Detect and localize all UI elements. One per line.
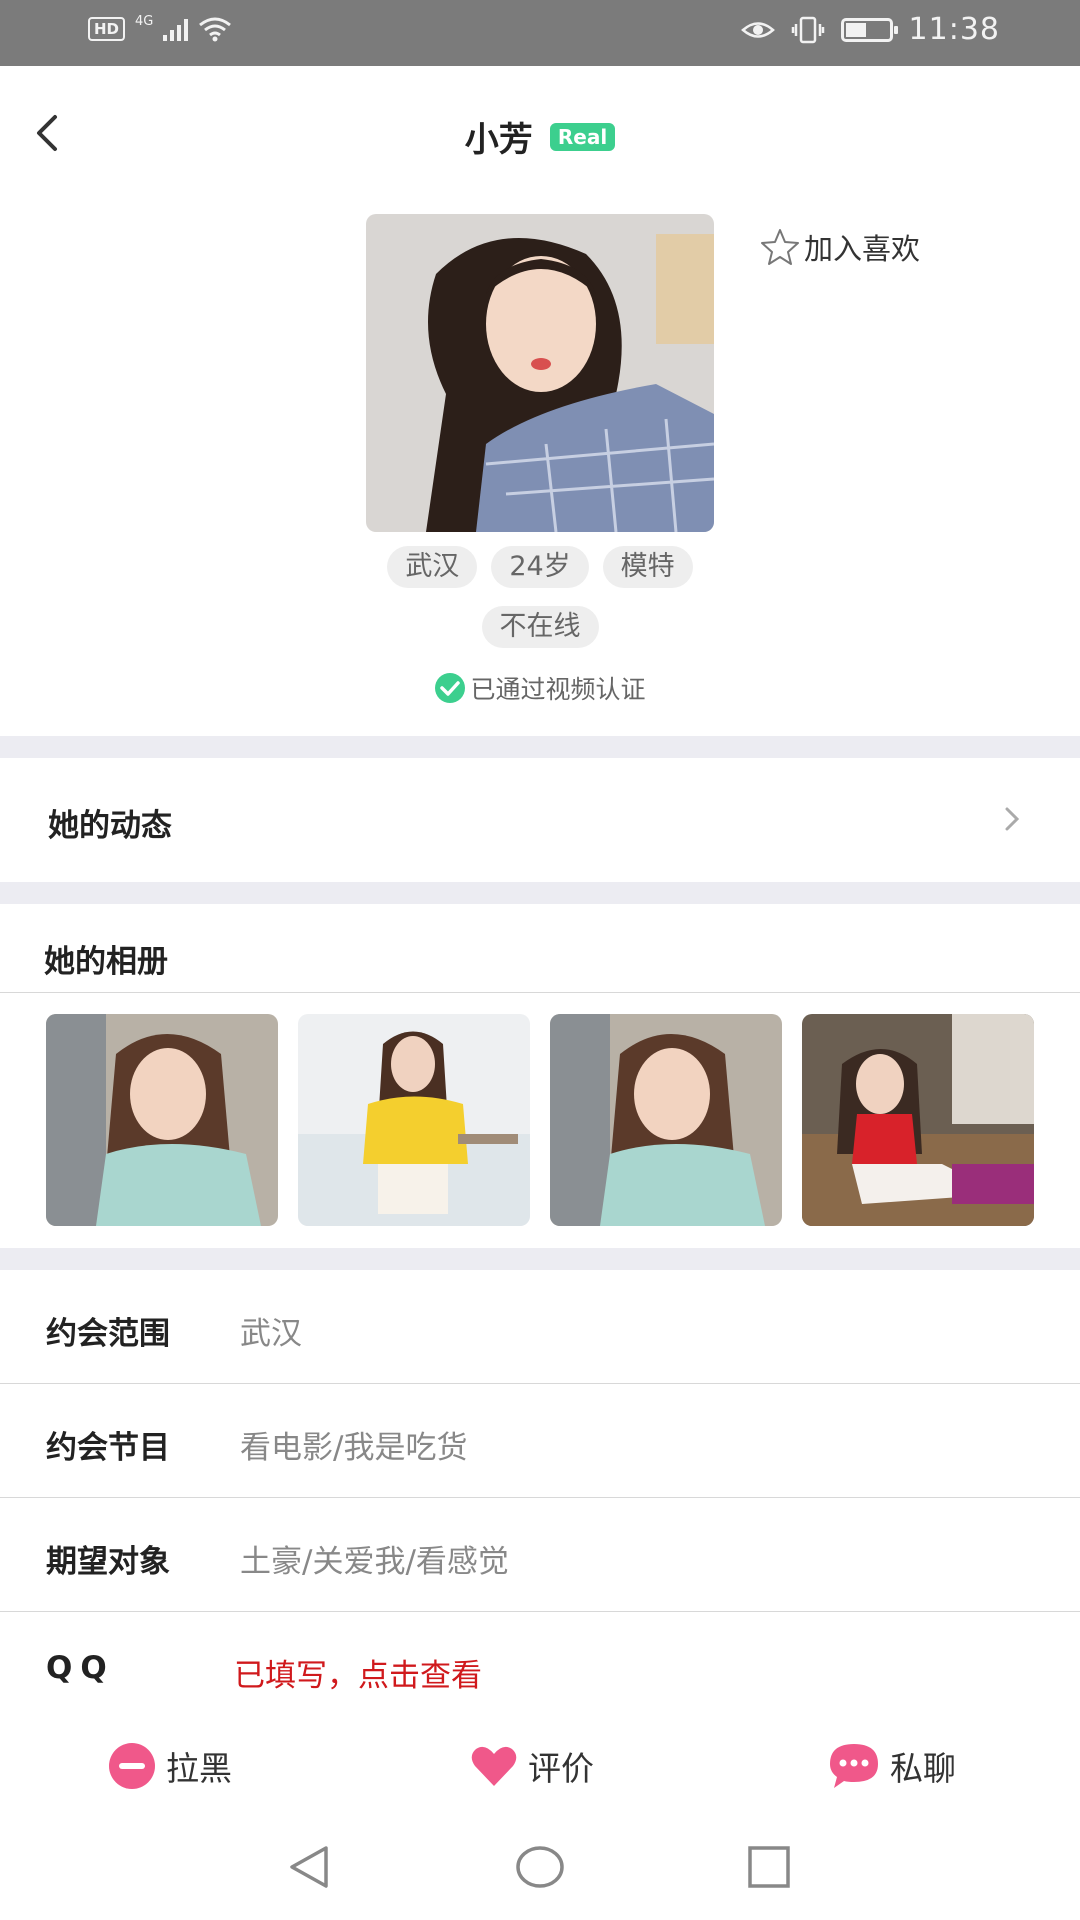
qq-view-link[interactable]: 已填写，点击查看: [234, 1650, 482, 1695]
verification-text: 已通过视频认证: [470, 675, 646, 704]
rate-button[interactable]: 评价: [470, 1742, 594, 1790]
chat-label: 私聊: [890, 1749, 956, 1788]
date-range-value: 武汉: [240, 1316, 302, 1352]
chat-bubble-icon: [830, 1744, 878, 1788]
status-left: HD 4G: [88, 13, 232, 42]
check-circle-icon: [435, 673, 466, 703]
system-nav-bar: [0, 1810, 1080, 1920]
expectation-label: 期望对象: [46, 1544, 170, 1580]
date-program-value: 看电影/我是吃货: [240, 1430, 468, 1466]
status-bar: HD 4G 11:38: [0, 0, 1080, 66]
album-section: 她的相册: [0, 904, 1080, 1248]
album-photo[interactable]: [550, 1014, 782, 1226]
eye-icon: [740, 21, 775, 38]
block-button[interactable]: 拉黑: [108, 1742, 232, 1790]
heart-icon: [471, 1746, 517, 1786]
rate-label: 评价: [528, 1749, 594, 1788]
page-title: 小芳: [464, 120, 533, 160]
tag-job: 模特: [602, 546, 693, 588]
moments-row[interactable]: 她的动态: [0, 758, 1080, 882]
tag-city: 武汉: [387, 546, 478, 588]
tag-age: 24岁: [491, 546, 589, 588]
tag-list: 武汉 24岁 模特: [0, 546, 1080, 588]
header: 小芳 Real: [0, 66, 1080, 202]
verification-row: 已通过视频认证: [0, 670, 1080, 706]
real-badge: Real: [549, 122, 616, 151]
album-divider: [0, 992, 1080, 993]
qq-label: QQ: [46, 1650, 115, 1686]
signal-icon: [163, 17, 189, 41]
nav-recents-button[interactable]: [742, 1840, 796, 1894]
date-program-label: 约会节目: [46, 1430, 170, 1466]
action-bar: 拉黑 评价 私聊: [0, 1730, 1080, 1810]
expectation-value: 土豪/关爱我/看感觉: [240, 1544, 509, 1580]
vibrate-icon: [791, 16, 824, 43]
circle-home-icon: [516, 1846, 564, 1888]
chevron-right-icon: [1005, 807, 1020, 831]
online-status-badge: 不在线: [481, 606, 599, 648]
wifi-icon: [199, 17, 232, 42]
profile-section: 加入喜欢 武汉 24岁 模特 不在线 已通过视频认证: [0, 202, 1080, 736]
date-range-label: 约会范围: [46, 1316, 170, 1352]
date-range-row: 约会范围 武汉: [0, 1270, 1080, 1384]
info-list: 约会范围 武汉 约会节目 看电影/我是吃货 期望对象 土豪/关爱我/看感觉 QQ…: [0, 1270, 1080, 1726]
moments-title: 她的动态: [48, 808, 172, 844]
section-divider: [0, 1248, 1080, 1270]
online-row: 不在线: [0, 606, 1080, 648]
chat-button[interactable]: 私聊: [828, 1742, 956, 1790]
status-right: 11:38: [740, 12, 1000, 47]
nav-back-button[interactable]: [282, 1840, 336, 1894]
album-photo[interactable]: [298, 1014, 530, 1226]
album-title: 她的相册: [44, 944, 168, 980]
date-program-row: 约会节目 看电影/我是吃货: [0, 1384, 1080, 1498]
expectation-row: 期望对象 土豪/关爱我/看感觉: [0, 1498, 1080, 1612]
square-recents-icon: [748, 1846, 790, 1888]
block-icon: [109, 1743, 155, 1789]
favorite-label: 加入喜欢: [804, 232, 921, 266]
section-divider: [0, 882, 1080, 904]
section-divider: [0, 736, 1080, 758]
block-label: 拉黑: [166, 1749, 232, 1788]
hd-badge: HD: [88, 17, 126, 41]
battery-icon: [840, 17, 898, 42]
avatar[interactable]: [366, 214, 714, 532]
photo-grid: [46, 1014, 1034, 1226]
clock: 11:38: [908, 12, 1000, 47]
star-icon: [761, 229, 799, 265]
triangle-back-icon: [290, 1846, 328, 1888]
title-wrap: 小芳 Real: [0, 112, 1080, 161]
favorite-button[interactable]: 加入喜欢: [760, 226, 920, 268]
nav-home-button[interactable]: [513, 1840, 567, 1894]
album-photo[interactable]: [802, 1014, 1034, 1226]
album-photo[interactable]: [46, 1014, 278, 1226]
qq-row: QQ 已填写，点击查看: [0, 1612, 1080, 1726]
network-type: 4G: [135, 13, 154, 29]
